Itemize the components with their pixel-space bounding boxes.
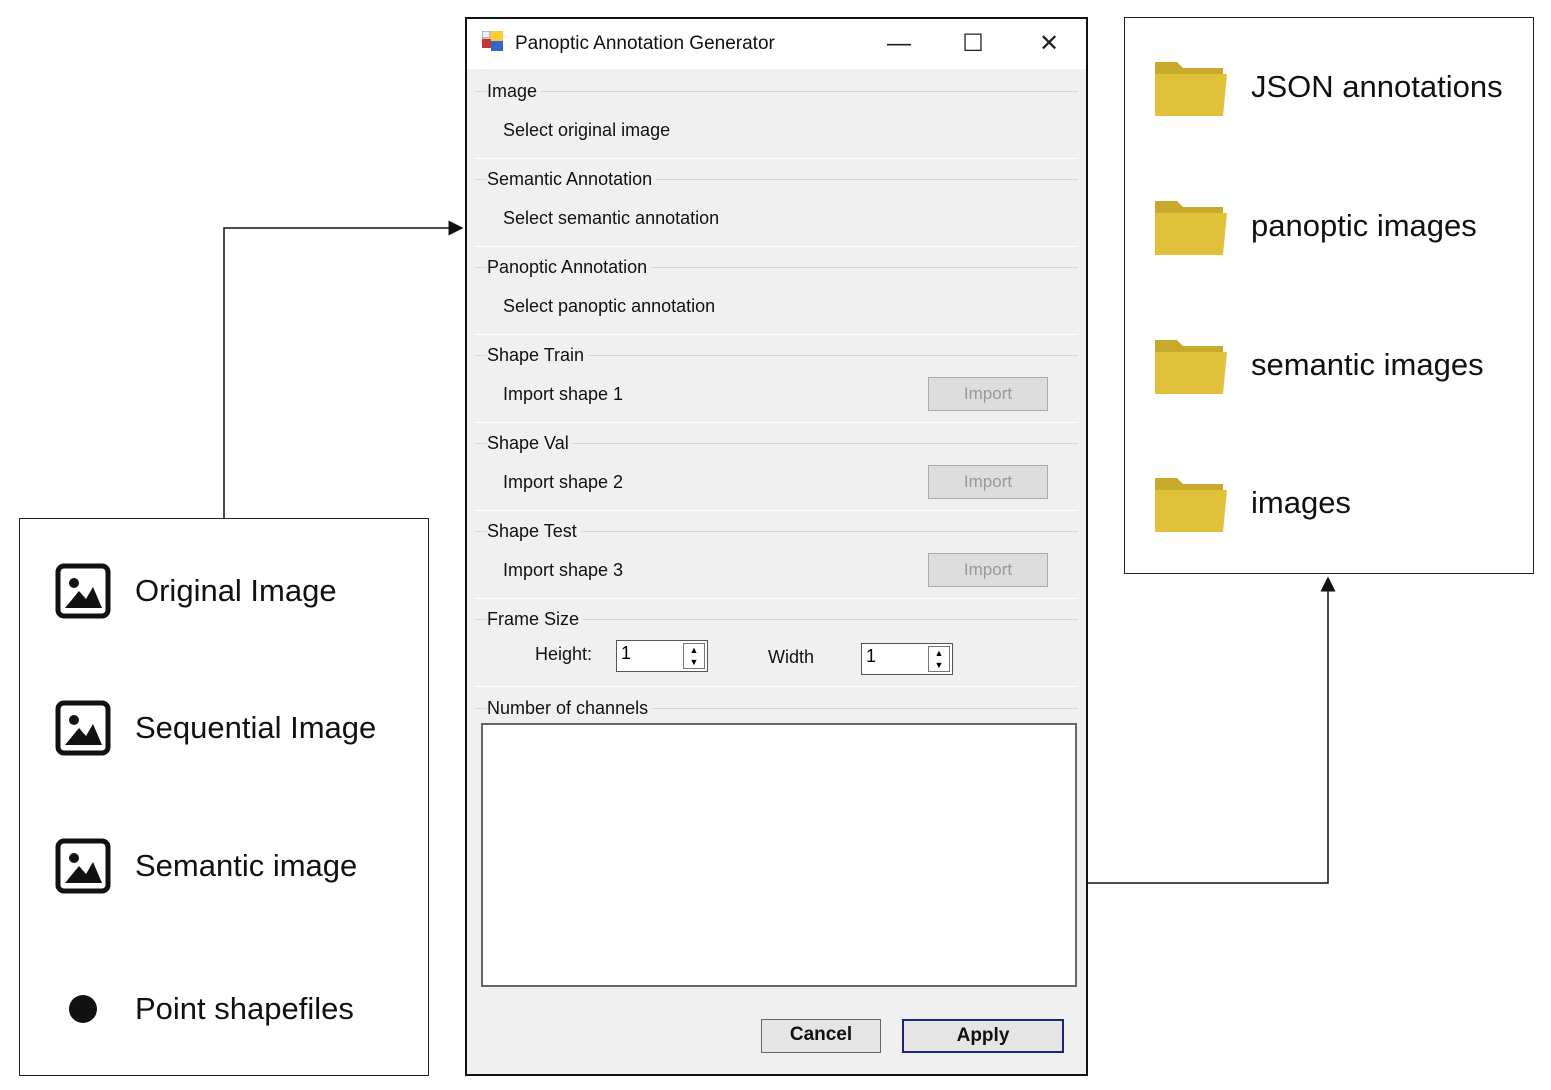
group-image: Image Select original image — [475, 81, 1078, 159]
select-semantic-annotation[interactable]: Select semantic annotation — [503, 208, 719, 229]
group-frame-size: Frame Size Height: 1 ▲ ▼ Width 1 ▲ ▼ — [475, 609, 1078, 687]
inputs-box: Original Image Sequential Image Semantic… — [19, 518, 429, 1076]
title-bar: Panoptic Annotation Generator — ☐ ✕ — [467, 19, 1086, 69]
group-panoptic-annotation: Panoptic Annotation Select panoptic anno… — [475, 257, 1078, 335]
image-icon — [55, 838, 111, 894]
arrow-inputs-to-window — [223, 220, 464, 518]
spin-arrows-icon[interactable]: ▲ ▼ — [928, 646, 950, 672]
folder-icon — [1155, 340, 1227, 394]
arrow-window-to-outputs — [1088, 576, 1336, 884]
input-semantic-image: Semantic image — [55, 838, 357, 894]
spin-arrows-icon[interactable]: ▲ ▼ — [683, 643, 705, 669]
input-original-image: Original Image — [55, 563, 337, 619]
import-shape-3-button[interactable]: Import — [928, 553, 1048, 587]
channels-listbox[interactable] — [481, 723, 1077, 987]
folder-icon — [1155, 62, 1227, 116]
maximize-button[interactable]: ☐ — [953, 27, 993, 61]
window-title: Panoptic Annotation Generator — [515, 33, 775, 54]
minimize-button[interactable]: — — [879, 27, 919, 61]
group-semantic-annotation: Semantic Annotation Select semantic anno… — [475, 169, 1078, 247]
image-icon — [55, 700, 111, 756]
select-panoptic-annotation[interactable]: Select panoptic annotation — [503, 296, 715, 317]
outputs-box: JSON annotations panoptic images semanti… — [1124, 17, 1534, 574]
output-semantic-images: semantic images — [1153, 334, 1484, 396]
cancel-button[interactable]: Cancel — [761, 1019, 881, 1053]
output-images: images — [1153, 472, 1351, 534]
apply-button[interactable]: Apply — [902, 1019, 1064, 1053]
point-icon — [55, 981, 111, 1037]
group-shape-train: Shape Train Import shape 1 Import — [475, 345, 1078, 423]
input-sequential-image: Sequential Image — [55, 700, 376, 756]
output-panoptic-images: panoptic images — [1153, 195, 1477, 257]
group-shape-val: Shape Val Import shape 2 Import — [475, 433, 1078, 511]
close-button[interactable]: ✕ — [1029, 27, 1069, 61]
group-shape-test: Shape Test Import shape 3 Import — [475, 521, 1078, 599]
height-stepper[interactable]: 1 ▲ ▼ — [616, 640, 708, 672]
app-icon — [482, 31, 503, 51]
folder-icon — [1155, 201, 1227, 255]
input-point-shapefiles: Point shapefiles — [55, 981, 354, 1037]
image-icon — [55, 563, 111, 619]
output-json-annotations: JSON annotations — [1153, 56, 1503, 118]
width-stepper[interactable]: 1 ▲ ▼ — [861, 643, 953, 675]
select-original-image[interactable]: Select original image — [503, 120, 670, 141]
panoptic-annotation-generator-window: Panoptic Annotation Generator — ☐ ✕ Imag… — [465, 17, 1088, 1076]
folder-icon — [1155, 478, 1227, 532]
import-shape-2-button[interactable]: Import — [928, 465, 1048, 499]
import-shape-1-button[interactable]: Import — [928, 377, 1048, 411]
